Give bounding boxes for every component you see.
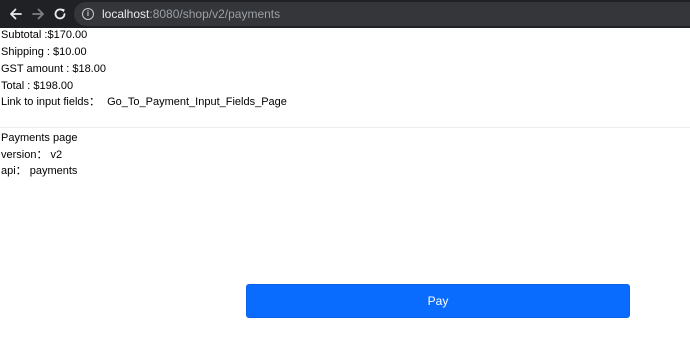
input-fields-link-row: Link to input fields： Go_To_Payment_Inpu…: [1, 95, 287, 109]
input-fields-link-label: Link to input fields：: [1, 96, 101, 108]
url-host: localhost: [102, 7, 150, 21]
subtotal-text: Subtotal :$170.00: [1, 29, 88, 41]
reload-icon[interactable]: [50, 4, 70, 24]
pay-button[interactable]: Pay: [246, 284, 630, 318]
section-divider: [0, 127, 690, 128]
address-bar[interactable]: i localhost:8080/shop/v2/payments: [74, 2, 690, 26]
page-title: Payments page: [1, 132, 78, 144]
input-fields-link[interactable]: Go_To_Payment_Input_Fields_Page: [107, 96, 287, 108]
shipping-text: Shipping : $10.00: [1, 46, 87, 58]
version-text: version： v2: [1, 149, 63, 161]
forward-arrow-icon[interactable]: [28, 4, 48, 24]
browser-toolbar: i localhost:8080/shop/v2/payments: [0, 0, 690, 28]
url-text[interactable]: localhost:8080/shop/v2/payments: [102, 7, 280, 21]
site-info-icon[interactable]: i: [82, 8, 94, 20]
api-text: api： payments: [1, 165, 78, 177]
url-path: :8080/shop/v2/payments: [149, 7, 281, 21]
page-content: Subtotal :$170.00 Shipping : $10.00 GST …: [0, 28, 690, 345]
back-arrow-icon[interactable]: [6, 4, 26, 24]
gst-amount-text: GST amount : $18.00: [1, 63, 106, 75]
total-text: Total : $198.00: [1, 80, 74, 92]
